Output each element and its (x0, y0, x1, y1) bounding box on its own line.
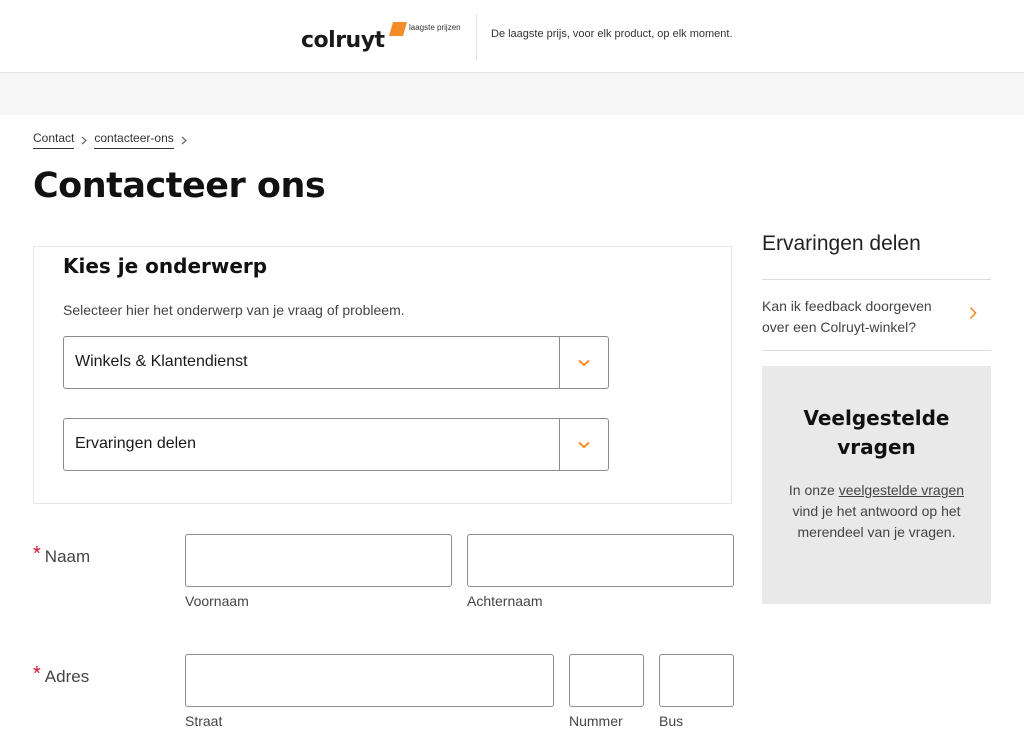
faq-link[interactable]: veelgestelde vragen (839, 482, 964, 498)
chevron-right-icon (81, 136, 88, 144)
faq-text-after: vind je het antwoord op het merendeel va… (792, 503, 961, 540)
feedback-link-text: Kan ik feedback doorgeven over een Colru… (762, 298, 932, 335)
colruyt-logo[interactable]: colruyt laagste prijzen (301, 20, 467, 60)
header-divider (476, 14, 477, 60)
house-number-input[interactable] (569, 654, 644, 707)
navigation-band (0, 73, 1024, 115)
chevron-down-icon (578, 441, 590, 448)
first-name-input[interactable] (185, 534, 452, 587)
required-marker: * (33, 663, 41, 685)
house-number-label: Nummer (569, 713, 623, 729)
subtopic-select-value: Ervaringen delen (75, 435, 196, 452)
first-name-label: Voornaam (185, 593, 249, 609)
faq-text: In onze veelgestelde vragen vind je het … (782, 480, 971, 543)
naam-label-text: Naam (44, 547, 91, 566)
topic-select-toggle[interactable] (559, 337, 608, 388)
site-header: colruyt laagste prijzen De laagste prijs… (0, 0, 1024, 73)
chevron-down-icon (578, 359, 590, 366)
chevron-right-icon (181, 136, 187, 144)
sidebar-divider (762, 279, 991, 280)
required-marker: * (33, 543, 41, 565)
subtopic-select-toggle[interactable] (559, 419, 608, 470)
page-title: Contacteer ons (33, 166, 326, 206)
last-name-input[interactable] (467, 534, 734, 587)
sidebar-divider (762, 350, 991, 351)
topic-selection-box: Kies je onderwerp Selecteer hier het ond… (33, 246, 732, 504)
feedback-link[interactable]: Kan ik feedback doorgeven over een Colru… (762, 296, 991, 340)
street-input[interactable] (185, 654, 554, 707)
topic-heading: Kies je onderwerp (63, 254, 268, 278)
faq-panel: Veelgestelde vragen In onze veelgestelde… (762, 366, 991, 604)
breadcrumb-item-contact[interactable]: Contact (33, 131, 75, 149)
bus-input[interactable] (659, 654, 734, 707)
breadcrumb: Contact contacteer-ons (33, 131, 194, 149)
street-label: Straat (185, 713, 223, 729)
breadcrumb-item-contacteer-ons[interactable]: contacteer-ons (94, 131, 174, 149)
chevron-right-icon (969, 306, 977, 320)
topic-description: Selecteer hier het onderwerp van je vraa… (63, 302, 405, 318)
faq-title: Veelgestelde vragen (803, 406, 950, 459)
faq-text-before: In onze (788, 482, 839, 498)
bus-label: Bus (659, 713, 684, 729)
logo-wordmark: colruyt (301, 28, 385, 53)
logo-tagline: laagste prijzen (409, 23, 461, 32)
adres-label-text: Adres (44, 667, 90, 686)
topic-select-value: Winkels & Klantendienst (75, 353, 248, 370)
last-name-label: Achternaam (467, 593, 543, 609)
adres-label: * Adres (33, 663, 90, 688)
subtopic-select[interactable]: Ervaringen delen (63, 418, 609, 471)
logo-flag-icon (389, 22, 407, 36)
sidebar-title: Ervaringen delen (762, 232, 921, 255)
topic-select[interactable]: Winkels & Klantendienst (63, 336, 609, 389)
header-slogan: De laagste prijs, voor elk product, op e… (491, 28, 733, 40)
naam-label: * Naam (33, 543, 91, 568)
